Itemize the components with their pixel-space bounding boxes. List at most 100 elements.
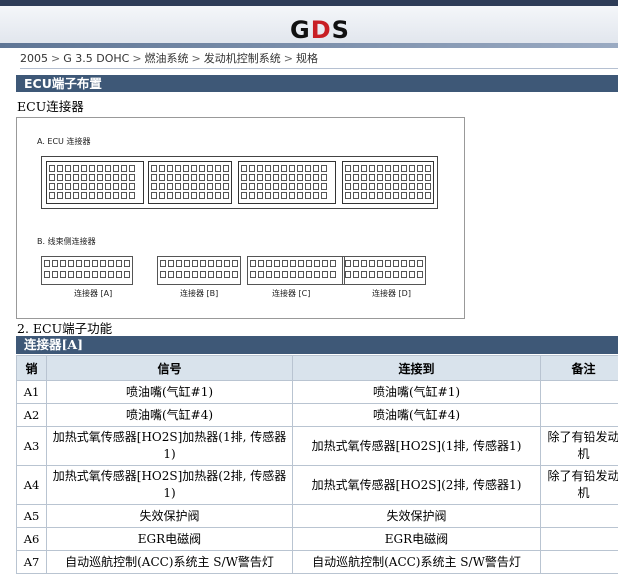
connector-pin — [393, 174, 399, 181]
connector-pin — [306, 271, 312, 278]
connector-pin — [223, 174, 229, 181]
to-cell: EGR电磁阀 — [292, 527, 541, 551]
pin-table: 销 信号 连接到 备注 A1 喷油嘴(气缸#1) 喷油嘴(气缸#1) A2 喷油… — [16, 355, 618, 574]
connector-pin — [151, 174, 157, 181]
connector-pin — [167, 174, 173, 181]
note-cell — [540, 504, 618, 528]
connector-label-b: 连接器 [B] — [180, 289, 219, 298]
connector-pin — [369, 271, 375, 278]
connector-pin — [417, 174, 423, 181]
breadcrumb-item[interactable]: 燃油系统 — [145, 52, 189, 65]
connector-pin — [425, 192, 431, 199]
connector-pin — [76, 260, 82, 267]
connector-pin — [266, 260, 272, 267]
connector-pin — [207, 183, 213, 190]
connector-pin — [385, 174, 391, 181]
connector-pin — [257, 183, 263, 190]
connector-pin — [215, 174, 221, 181]
connector-pin — [65, 165, 71, 172]
connector-pin — [305, 174, 311, 181]
connector-pin — [417, 183, 423, 190]
connector-pin — [223, 165, 229, 172]
pin-cell: A4 — [16, 465, 47, 505]
connector-pin — [129, 165, 135, 172]
connector-pin — [409, 183, 415, 190]
connector-pin — [297, 165, 303, 172]
connector-pin — [281, 165, 287, 172]
connector-pin — [84, 260, 90, 267]
connector-pin — [207, 192, 213, 199]
breadcrumb-item[interactable]: 规格 — [296, 52, 318, 65]
connector-pin — [52, 260, 58, 267]
diagram-caption-a: A. ECU 连接器 — [37, 137, 91, 146]
table-row: A2 喷油嘴(气缸#4) 喷油嘴(气缸#4) — [16, 403, 618, 427]
connector-pin — [73, 165, 79, 172]
breadcrumb-item[interactable]: 发动机控制系统 — [204, 52, 281, 65]
connector-pin — [175, 174, 181, 181]
connector-pin — [361, 192, 367, 199]
connector-pin — [274, 260, 280, 267]
connector-pin — [89, 174, 95, 181]
breadcrumb-item[interactable]: G 3.5 DOHC — [63, 52, 129, 65]
pin-cell: A1 — [16, 380, 47, 404]
note-cell — [540, 403, 618, 427]
connector-pin — [105, 165, 111, 172]
harness-connector-a — [41, 256, 133, 285]
connector-pin — [44, 260, 50, 267]
connector-pin — [89, 192, 95, 199]
col-header-signal: 信号 — [46, 355, 293, 381]
app-header: GDS — [0, 0, 618, 48]
pin-cell: A3 — [16, 426, 47, 466]
connector-pin — [409, 192, 415, 199]
connector-pin — [151, 192, 157, 199]
connector-pin — [200, 260, 206, 267]
connector-pin — [208, 271, 214, 278]
connector-pin — [57, 174, 63, 181]
connector-pin — [100, 271, 106, 278]
connector-pin — [306, 260, 312, 267]
connector-pin — [321, 192, 327, 199]
connector-pin — [369, 165, 375, 172]
connector-pin — [417, 271, 423, 278]
harness-connector-b — [157, 256, 241, 285]
connector-pin — [113, 165, 119, 172]
connector-pin — [105, 192, 111, 199]
connector-pin — [97, 183, 103, 190]
connector-pin — [273, 192, 279, 199]
diagram-caption-b: B. 线束侧连接器 — [37, 237, 96, 246]
connector-pin — [401, 174, 407, 181]
connector-pin — [241, 183, 247, 190]
connector-pin — [313, 192, 319, 199]
gds-logo: GDS — [290, 16, 350, 44]
connector-label-c: 连接器 [C] — [272, 289, 311, 298]
connector-pin — [393, 192, 399, 199]
connector-pin — [353, 260, 359, 267]
connector-pin — [401, 260, 407, 267]
connector-pin — [168, 271, 174, 278]
connector-pin — [160, 260, 166, 267]
connector-pin — [353, 183, 359, 190]
connector-pin — [273, 165, 279, 172]
connector-pin — [81, 165, 87, 172]
connector-block-b — [148, 161, 232, 204]
connector-pin — [241, 174, 247, 181]
connector-pin — [183, 165, 189, 172]
connector-pin — [401, 271, 407, 278]
connector-pin — [273, 183, 279, 190]
connector-pin — [377, 192, 383, 199]
connector-pin — [57, 183, 63, 190]
col-header-note: 备注 — [540, 355, 618, 381]
note-cell: 除了有铅发动机 — [540, 426, 618, 466]
connector-pin — [167, 165, 173, 172]
connector-pin — [353, 165, 359, 172]
breadcrumb-item[interactable]: 2005 — [20, 52, 48, 65]
connector-pin — [89, 183, 95, 190]
pin-cell: A5 — [16, 504, 47, 528]
to-cell: 喷油嘴(气缸#1) — [292, 380, 541, 404]
connector-pin — [129, 192, 135, 199]
connector-pin — [129, 174, 135, 181]
connector-pin — [361, 165, 367, 172]
connector-pin — [409, 271, 415, 278]
pin-cell: A7 — [16, 550, 47, 574]
connector-pin — [297, 192, 303, 199]
